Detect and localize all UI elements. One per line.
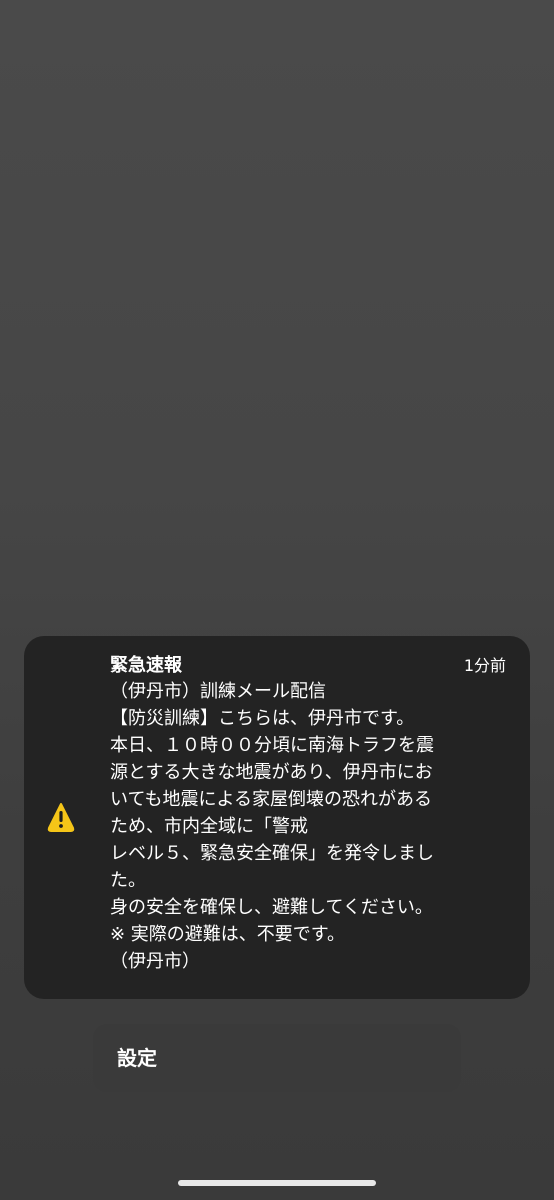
settings-button[interactable]: 設定 <box>93 1024 461 1092</box>
message-line: （伊丹市） <box>110 951 200 972</box>
notification-timestamp: 1分前 <box>463 656 506 675</box>
warning-icon <box>47 803 75 832</box>
message-line: 【防災訓練】こちらは、伊丹市です。 <box>110 708 415 729</box>
notification-message: （伊丹市）訓練メール配信 【防災訓練】こちらは、伊丹市です。 本日、１０時００分… <box>110 678 510 975</box>
message-line: レベル５、緊急安全確保」を発令しまし <box>110 843 434 864</box>
message-line: 源とする大きな地震があり、伊丹市にお <box>110 762 433 783</box>
message-line: 身の安全を確保し、避難してください。 <box>110 897 433 918</box>
message-line: ため、市内全域に「警戒 <box>110 816 308 837</box>
message-line: 本日、１０時００分頃に南海トラフを震 <box>110 735 434 756</box>
message-line: いても地震による家屋倒壊の恐れがある <box>110 789 433 810</box>
home-indicator[interactable] <box>178 1180 376 1186</box>
message-line: （伊丹市）訓練メール配信 <box>110 681 326 702</box>
message-line: た。 <box>110 870 146 891</box>
notification-title: 緊急速報 <box>110 655 182 676</box>
settings-button-label: 設定 <box>117 1046 157 1070</box>
message-line: ※ 実際の避難は、不要です。 <box>110 924 346 945</box>
